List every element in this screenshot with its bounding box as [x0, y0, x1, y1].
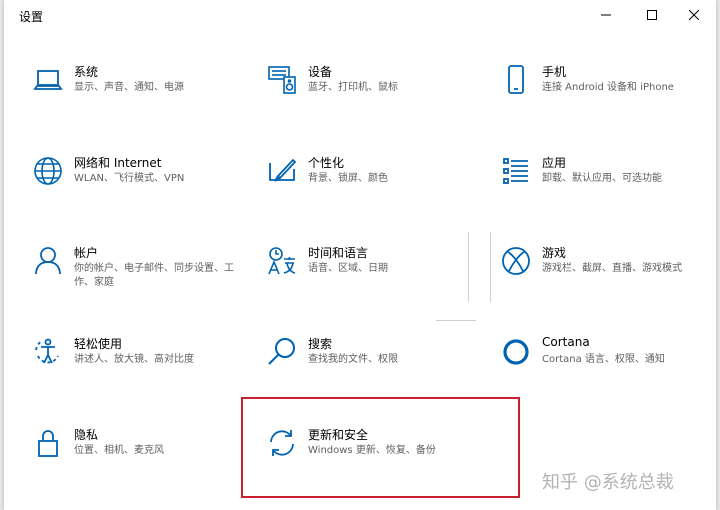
search-icon [266, 336, 298, 368]
xbox-icon [500, 245, 532, 277]
tile-description: 讲述人、放大镜、高对比度 [74, 354, 194, 365]
tile-cortana[interactable]: Cortana Cortana 语言、权限、通知 [486, 335, 716, 416]
tile-description: 卸载、默认应用、可选功能 [542, 173, 662, 184]
tile-devices[interactable]: 设备 蓝牙、打印机、鼠标 [252, 64, 482, 144]
tile-apps[interactable]: 应用 卸载、默认应用、可选功能 [486, 155, 716, 235]
maximize-button[interactable] [630, 0, 674, 30]
tile-description: 背景、锁屏、颜色 [308, 173, 388, 184]
tile-description: 显示、声音、通知、电源 [74, 82, 184, 93]
tile-description: 语音、区域、日期 [308, 263, 388, 274]
tile-accounts[interactable]: 帐户 你的帐户、电子邮件、同步设置、工作、家庭 [18, 245, 248, 325]
tile-label: 帐户 [74, 246, 99, 260]
tile-description: 位置、相机、麦克风 [74, 445, 164, 456]
minimize-button[interactable] [584, 0, 628, 30]
globe-icon [32, 155, 64, 187]
minimize-icon [601, 14, 611, 16]
tile-label: 时间和语言 [308, 246, 369, 260]
tile-description: 连接 Android 设备和 iPhone [542, 82, 674, 93]
tile-phone[interactable]: 手机 连接 Android 设备和 iPhone [486, 64, 716, 144]
tile-label: 轻松使用 [74, 337, 123, 351]
tile-privacy[interactable]: 隐私 位置、相机、麦克风 [18, 427, 248, 507]
tile-label: 手机 [542, 65, 567, 79]
background-artifact [468, 232, 469, 302]
tile-label: 设备 [308, 65, 333, 79]
person-icon [32, 245, 64, 277]
language-icon [266, 245, 298, 277]
maximize-icon [647, 10, 657, 20]
highlight-annotation-box [241, 397, 520, 498]
tile-label: Cortana [542, 335, 590, 349]
tile-description: 查找我的文件、权限 [308, 354, 398, 365]
window-title: 设置 [19, 10, 44, 24]
phone-icon [500, 64, 532, 96]
watermark: 知乎 @系统总裁 [542, 472, 674, 493]
ease-of-access-icon [32, 336, 64, 368]
tile-network[interactable]: 网络和 Internet WLAN、飞行模式、VPN [18, 155, 248, 235]
background-artifact [436, 320, 476, 321]
tile-description: Cortana 语言、权限、通知 [542, 354, 665, 365]
tile-label: 搜索 [308, 337, 333, 351]
tile-description: 游戏栏、截屏、直播、游戏模式 [542, 263, 682, 274]
app-list-icon [500, 155, 532, 187]
tile-label: 隐私 [74, 428, 99, 442]
tile-description: 你的帐户、电子邮件、同步设置、工作、家庭 [74, 263, 234, 288]
close-button[interactable] [672, 0, 716, 30]
tile-label: 游戏 [542, 246, 567, 260]
tile-gaming[interactable]: 游戏 游戏栏、截屏、直播、游戏模式 [486, 245, 716, 325]
laptop-icon [32, 64, 64, 96]
title-bar[interactable]: 设置 [4, 0, 716, 30]
tile-label: 应用 [542, 156, 567, 170]
tile-description: WLAN、飞行模式、VPN [74, 173, 185, 184]
tile-label: 个性化 [308, 156, 345, 170]
tile-label: 系统 [74, 65, 99, 79]
tile-label: 网络和 Internet [74, 156, 162, 170]
tile-time-language[interactable]: 时间和语言 语音、区域、日期 [252, 245, 482, 325]
lock-icon [32, 427, 64, 459]
cortana-icon [500, 336, 532, 368]
tile-personalization[interactable]: 个性化 背景、锁屏、颜色 [252, 155, 482, 235]
tile-description: 蓝牙、打印机、鼠标 [308, 82, 398, 93]
background-artifact [490, 232, 491, 302]
tile-system[interactable]: 系统 显示、声音、通知、电源 [18, 64, 248, 144]
brush-monitor-icon [266, 155, 298, 187]
settings-window: 设置 系统 显示、声音、通知、电源 设备 蓝牙、打印机、鼠标 手机 连接 And… [4, 0, 716, 510]
keyboard-speaker-icon [266, 64, 298, 96]
tile-ease-of-access[interactable]: 轻松使用 讲述人、放大镜、高对比度 [18, 336, 248, 416]
close-icon [689, 10, 699, 20]
